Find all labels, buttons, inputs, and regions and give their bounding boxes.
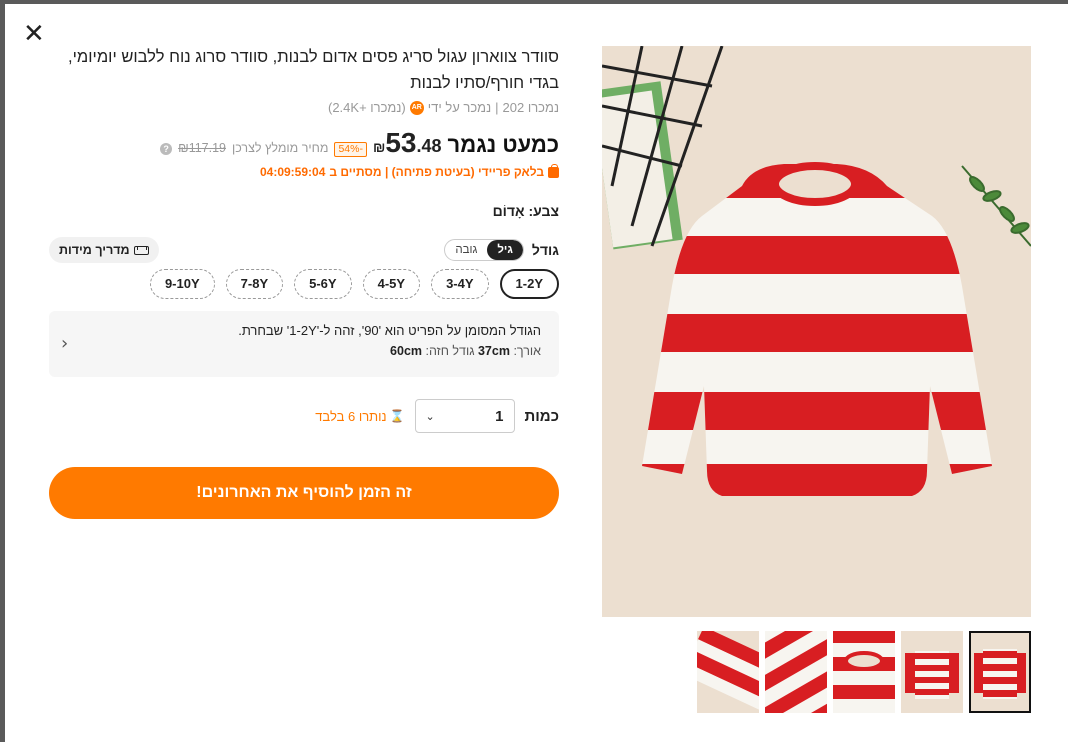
thumbnail-3[interactable] bbox=[833, 631, 895, 713]
fit-description: הגודל המסומן על הפריט הוא '90', זהה ל-'1… bbox=[238, 323, 541, 338]
ruler-icon bbox=[133, 245, 149, 255]
thumbnail-5-active[interactable] bbox=[969, 631, 1031, 713]
recommended-price-label: מחיר מומלץ לצרכן bbox=[232, 141, 329, 155]
size-option-9-10y[interactable]: 9-10Y bbox=[149, 269, 215, 299]
size-option-7-8y[interactable]: 7-8Y bbox=[225, 269, 284, 299]
toggle-age[interactable]: גיל bbox=[487, 240, 523, 260]
thumbnail-image bbox=[969, 631, 1031, 713]
color-label: צבע: אָדוֹם bbox=[492, 203, 559, 219]
price-label: כמעט נגמר bbox=[447, 132, 559, 157]
size-header: גודל גיל גובה מדריך מידות bbox=[49, 237, 559, 263]
stock-note-text: נותרו 6 בלבד bbox=[315, 408, 387, 424]
size-option-4-5y[interactable]: 4-5Y bbox=[362, 269, 421, 299]
seller-sold: (נמכרו +2.4K) bbox=[327, 100, 406, 115]
fit-measurements: אורך: 37cm גודל חזה: 60cm bbox=[109, 341, 541, 361]
sale-banner: בלאק פריידי (בעיטת פתיחה) | מסתיים ב 04:… bbox=[49, 163, 559, 179]
thumbnail-strip bbox=[697, 631, 1031, 713]
sale-text: בלאק פריידי (בעיטת פתיחה) | מסתיים ב bbox=[329, 165, 544, 179]
size-options: 1-2Y 3-4Y 4-5Y 5-6Y 7-8Y 9-10Y bbox=[49, 269, 559, 299]
sale-countdown: 04:09:59:04 bbox=[259, 165, 326, 179]
size-fit-info[interactable]: הגודל המסומן על הפריט הוא '90', זהה ל-'1… bbox=[49, 311, 559, 377]
thumbnail-4[interactable] bbox=[901, 631, 963, 713]
thumbnail-image bbox=[765, 631, 827, 713]
old-price: ₪117.19 bbox=[178, 141, 226, 155]
quantity-label: כמות bbox=[524, 407, 559, 425]
seller-badge-icon[interactable]: AR bbox=[409, 100, 424, 115]
sold-count: נמכרו 202 bbox=[502, 100, 559, 115]
chevron-down-icon: ⌄ bbox=[425, 409, 435, 423]
product-quick-view-modal: ✕ סוודר צווארון עגול סריג פסים אדום לבנו… bbox=[5, 4, 1068, 742]
stock-note: ⌛ נותרו 6 בלבד bbox=[315, 409, 404, 424]
chest-value: 60cm bbox=[390, 344, 423, 358]
help-icon[interactable]: ? bbox=[160, 143, 173, 155]
price-decimal: .48 bbox=[416, 136, 442, 156]
thumbnail-image bbox=[901, 631, 963, 713]
sold-line: נמכרו 202 | נמכר על ידי AR (נמכרו +2.4K) bbox=[327, 100, 559, 115]
chest-label: גודל חזה: bbox=[425, 344, 475, 358]
thumbnail-1[interactable] bbox=[697, 631, 759, 713]
size-label: גודל bbox=[531, 242, 559, 258]
quantity-select[interactable]: 1 ⌄ bbox=[414, 399, 515, 433]
current-price: ₪53.48 bbox=[373, 127, 442, 159]
size-option-1-2y[interactable]: 1-2Y bbox=[499, 269, 559, 299]
size-option-5-6y[interactable]: 5-6Y bbox=[294, 269, 352, 299]
price-integer: 53 bbox=[385, 127, 417, 158]
hourglass-icon: ⌛ bbox=[389, 409, 405, 423]
size-guide-button[interactable]: מדריך מידות bbox=[49, 237, 159, 263]
shopping-bag-icon bbox=[548, 163, 559, 178]
add-to-cart-button[interactable]: זה הזמן להוסיף את האחרונים! bbox=[49, 467, 559, 519]
length-label: אורך: bbox=[513, 344, 541, 358]
price-row: כמעט נגמר ₪53.48 -54% מחיר מומלץ לצרכן ₪… bbox=[49, 127, 559, 159]
product-info-panel: סוודר צווארון עגול סריג פסים אדום לבנות,… bbox=[49, 44, 559, 519]
price-currency: ₪ bbox=[372, 139, 386, 155]
product-title: סוודר צווארון עגול סריג פסים אדום לבנות,… bbox=[68, 48, 559, 92]
quantity-value: 1 bbox=[495, 407, 504, 425]
toggle-height[interactable]: גובה bbox=[445, 240, 487, 260]
thumbnail-2[interactable] bbox=[765, 631, 827, 713]
quantity-row: כמות 1 ⌄ ⌛ נותרו 6 בלבד bbox=[49, 399, 559, 433]
thumbnail-image bbox=[833, 631, 895, 713]
chevron-left-icon[interactable]: ‹ bbox=[61, 333, 68, 354]
close-icon: ✕ bbox=[23, 19, 45, 49]
length-value: 37cm bbox=[477, 344, 510, 358]
size-guide-label: מדריך מידות bbox=[59, 243, 130, 257]
discount-badge: -54% bbox=[334, 142, 367, 157]
thumbnail-image bbox=[697, 631, 759, 713]
size-type-toggle[interactable]: גיל גובה bbox=[444, 239, 524, 261]
seller-prefix: נמכר על ידי bbox=[427, 100, 492, 115]
size-selector-header: גודל גיל גובה bbox=[444, 239, 559, 261]
sweater-illustration bbox=[602, 46, 1031, 617]
main-product-image[interactable] bbox=[602, 46, 1031, 617]
size-option-3-4y[interactable]: 3-4Y bbox=[431, 269, 489, 299]
